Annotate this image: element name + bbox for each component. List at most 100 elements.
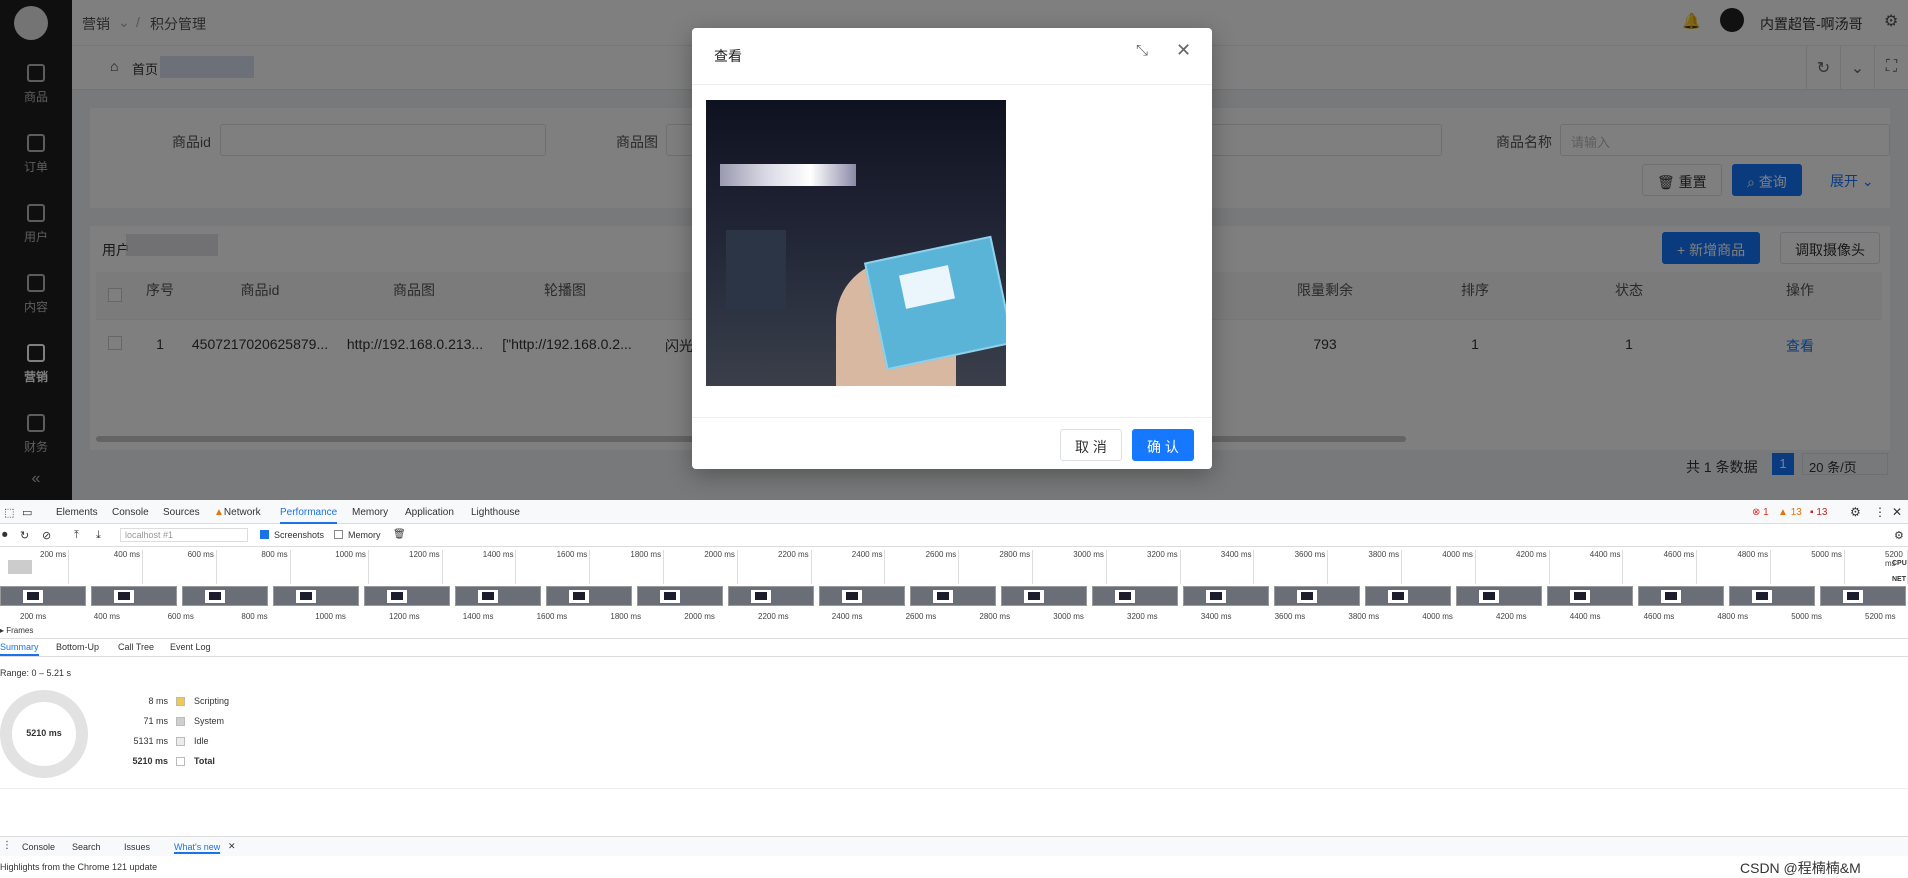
summary-swatch [176, 737, 185, 746]
ruler-tick-bottom: 3400 ms [1200, 612, 1232, 621]
record-icon[interactable]: ⏺ [2, 529, 8, 542]
ruler-tick-bottom: 5200 ms [1865, 612, 1896, 621]
ruler-tick-bottom: 2800 ms [979, 612, 1011, 621]
divider [0, 656, 1908, 657]
settings-icon[interactable]: ⚙ [1850, 505, 1861, 519]
screenshot-thumbnail[interactable] [1547, 586, 1633, 606]
ruler-tick-top: 4600 ms [1664, 550, 1698, 584]
cancel-button[interactable]: 取 消 [1060, 429, 1122, 461]
tab-sources[interactable]: Sources [163, 507, 200, 518]
thumbnail-photo [664, 592, 676, 600]
screenshot-thumbnail[interactable] [1456, 586, 1542, 606]
tab-elements[interactable]: Elements [56, 507, 98, 518]
tab-application[interactable]: Application [405, 507, 454, 518]
warning-count[interactable]: ▲ 13 [1778, 507, 1802, 518]
memory-checkbox[interactable] [334, 530, 343, 539]
ruler-tick-top: 2200 ms [778, 550, 812, 584]
tab-lighthouse[interactable]: Lighthouse [471, 507, 520, 518]
confirm-button[interactable]: 确 认 [1132, 429, 1194, 461]
blurred-overlay [720, 164, 856, 186]
drawer-tab-search[interactable]: Search [72, 842, 101, 852]
tab-memory[interactable]: Memory [352, 507, 388, 518]
screenshot-thumbnail[interactable] [364, 586, 450, 606]
error-count[interactable]: ⊗ 1 [1752, 507, 1769, 518]
download-icon[interactable]: ⤓ [96, 529, 101, 542]
screenshot-thumbnail[interactable] [273, 586, 359, 606]
thumbnail-photo [118, 592, 130, 600]
thumbnail-photo [846, 592, 858, 600]
summary-label: Total [194, 756, 215, 766]
screenshot-thumbnail[interactable] [1638, 586, 1724, 606]
screenshot-thumbnail[interactable] [455, 586, 541, 606]
ruler-tick-top: 5000 ms [1811, 550, 1845, 584]
ruler-tick-bottom: 2200 ms [758, 612, 789, 621]
device-icon[interactable]: ▭ [22, 506, 32, 519]
drawer-tab-whats-new[interactable]: What's new [174, 842, 221, 854]
screenshot-thumbnail[interactable] [728, 586, 814, 606]
tab-network[interactable]: ▲Network [214, 507, 261, 518]
more-icon[interactable]: ⋮ [1874, 505, 1886, 519]
screenshot-thumbnail[interactable] [546, 586, 632, 606]
screenshot-thumbnail[interactable] [182, 586, 268, 606]
drawer-tab-issues[interactable]: Issues [124, 842, 150, 852]
ruler-tick-top: 600 ms [188, 550, 217, 584]
ruler-tick-top: 3800 ms [1368, 550, 1403, 584]
inspect-icon[interactable]: ⬚ [4, 506, 14, 519]
ruler-tick-top: 2400 ms [852, 550, 886, 584]
divider [0, 638, 1908, 639]
screenshot-thumbnail[interactable] [1274, 586, 1360, 606]
screenshots-checkbox[interactable] [260, 530, 269, 539]
thumbnail-photo [1301, 592, 1313, 600]
thumbnail-photo [1119, 592, 1131, 600]
tab-performance[interactable]: Performance [280, 507, 338, 524]
close-icon[interactable]: ✕ [228, 841, 236, 852]
subtab-call-tree[interactable]: Call Tree [118, 642, 154, 652]
watermark: CSDN @程楠楠&M [1740, 860, 1861, 876]
trash-icon[interactable]: 🗑 [393, 529, 406, 540]
thumbnail-photo [482, 592, 494, 600]
upload-icon[interactable]: ⤒ [74, 529, 79, 542]
close-icon[interactable]: ✕ [1176, 40, 1191, 61]
screenshot-thumbnail[interactable] [1092, 586, 1178, 606]
screenshot-thumbnail[interactable] [91, 586, 177, 606]
thumbnail-photo [27, 592, 39, 600]
drawer-tab-console[interactable]: Console [22, 842, 55, 852]
subtab-bottom-up[interactable]: Bottom-Up [56, 642, 99, 652]
more-icon[interactable]: ⋮ [2, 840, 12, 851]
thumbnail-photo [1756, 592, 1768, 600]
thumbnail-photo [300, 592, 312, 600]
ruler-tick-top: 5200 ms [1885, 550, 1908, 584]
clear-icon[interactable]: ⊘ [42, 529, 51, 542]
ruler-tick-top: 1400 ms [483, 550, 517, 584]
frames-label[interactable]: ▸ Frames [0, 626, 33, 635]
screenshot-thumbnail[interactable] [910, 586, 996, 606]
screenshot-thumbnail[interactable] [637, 586, 723, 606]
close-icon[interactable]: ✕ [1892, 505, 1902, 519]
screenshot-thumbnail[interactable] [0, 586, 86, 606]
fullscreen-icon[interactable]: ⤡ [1136, 42, 1148, 59]
screenshot-thumbnail[interactable] [1183, 586, 1269, 606]
summary-value: 71 ms [143, 716, 168, 726]
ruler-tick-bottom: 600 ms [167, 612, 194, 621]
screenshot-thumbnail[interactable] [1820, 586, 1906, 606]
warning-icon: ▲ [214, 507, 224, 518]
screenshot-thumbnail[interactable] [1001, 586, 1087, 606]
issues-count[interactable]: ▪ 13 [1810, 507, 1827, 518]
screenshot-thumbnail[interactable] [1365, 586, 1451, 606]
profile-select[interactable]: localhost #1 [120, 528, 248, 542]
summary-value: 5210 ms [132, 756, 168, 766]
gear-icon[interactable]: ⚙ [1894, 529, 1904, 542]
tab-console[interactable]: Console [112, 507, 149, 518]
donut-total: 5210 ms [26, 728, 62, 738]
ruler-tick-top: 800 ms [261, 550, 291, 584]
subtab-event-log[interactable]: Event Log [170, 642, 211, 652]
reload-icon[interactable]: ↻ [20, 529, 29, 542]
ruler-tick-top: 2000 ms [704, 550, 738, 584]
screenshot-thumbnail[interactable] [1729, 586, 1815, 606]
subtab-summary[interactable]: Summary [0, 642, 39, 656]
ruler-tick-top: 4000 ms [1442, 550, 1476, 584]
app: 商品 订单 用户 内容 营销 财务 « 营销 ⌄ / 积分管理 🔔 内置超管-啊… [0, 0, 1908, 500]
ruler-tick-top: 1800 ms [630, 550, 665, 584]
screenshot-thumbnail[interactable] [819, 586, 905, 606]
ruler-tick-bottom: 2600 ms [905, 612, 937, 621]
